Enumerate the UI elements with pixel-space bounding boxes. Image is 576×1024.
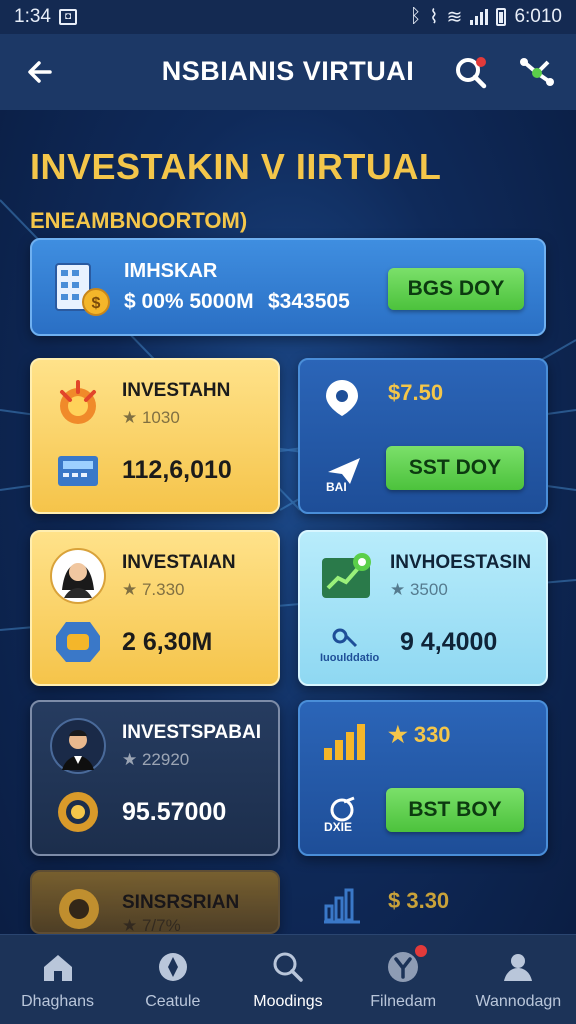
signal-icon <box>470 9 489 25</box>
status-bar: 1:34 ◘ ᛒ ⌇ ≋ 6:010 <box>0 0 576 34</box>
nav-label: Dhaghans <box>21 993 95 1010</box>
search-icon[interactable] <box>450 50 494 94</box>
investment-card[interactable]: $7.50 BAI SST DOY <box>298 358 548 514</box>
gear-coin-icon <box>58 792 98 832</box>
building-coin-icon: $ <box>55 263 110 316</box>
bottom-navigation: Dhaghans Ceatule Moodings Filnedam Wanno… <box>0 934 576 1024</box>
card-buy-button[interactable]: SST DOY <box>386 446 524 490</box>
card-label: BAI <box>326 480 347 494</box>
gift-icon <box>60 380 96 424</box>
user-icon <box>504 954 533 981</box>
wallet-icon <box>56 622 100 662</box>
vibrate-icon: ⌇ <box>429 6 439 28</box>
bar-chart-icon <box>324 888 360 924</box>
banner-price: $343505 <box>268 290 350 313</box>
card-rating: ★ 22920 <box>122 750 190 769</box>
wifi-icon: ≋ <box>446 6 463 28</box>
card-amount: 95.57000 <box>122 798 227 826</box>
nav-item-ceatule[interactable]: Ceatule <box>118 935 228 1024</box>
nav-label: Moodings <box>253 993 323 1010</box>
nav-item-wannodagn[interactable]: Wannodagn <box>463 935 573 1024</box>
link-icon <box>332 628 358 648</box>
investment-card[interactable]: ★ 330 DXIE BST BOY <box>298 700 548 856</box>
app-bar: NSBIANIS VIRTUAI <box>0 34 576 110</box>
card-rating: ★ 1030 <box>122 408 180 427</box>
chart-board-icon <box>322 553 371 598</box>
location-pin-icon <box>326 380 358 416</box>
investment-card[interactable]: INVESTSPABAI ★ 22920 95.57000 <box>30 700 280 856</box>
card-rating: ★ 7.330 <box>122 580 185 599</box>
nav-item-moodings[interactable]: Moodings <box>233 935 343 1024</box>
search-icon <box>273 952 303 982</box>
notification-badge <box>413 943 430 959</box>
notification-icon: ◘ <box>58 9 77 25</box>
nav-item-dhaghans[interactable]: Dhaghans <box>3 935 113 1024</box>
nav-label: Filnedam <box>370 993 437 1010</box>
card-buy-button[interactable]: BST BOY <box>386 788 524 832</box>
nav-label: Wannodagn <box>475 993 562 1010</box>
card-amount: 112,6,010 <box>122 456 232 484</box>
bar-chart-icon <box>324 724 365 760</box>
coin-icon <box>59 889 99 929</box>
card-rating: ★ 3500 <box>390 580 448 599</box>
status-clock: 6:010 <box>514 6 562 27</box>
investment-card[interactable]: SINSRSRIAN ★ 7/7% <box>30 870 280 935</box>
cash-register-icon <box>58 456 98 486</box>
home-icon <box>43 955 72 981</box>
card-name: INVESTAIAN <box>122 552 236 573</box>
card-price: $ 3.30 <box>388 888 450 913</box>
compass-icon <box>158 953 187 981</box>
nav-label: Ceatule <box>145 993 201 1010</box>
bluetooth-icon: ᛒ <box>409 6 422 27</box>
banner-value: $ 00% 5000M <box>124 290 254 313</box>
card-price: ★ 330 <box>388 722 451 747</box>
card-rating: ★ 7/7% <box>122 916 181 935</box>
section-subheading: ENEAMBNOORTOM) <box>30 208 248 233</box>
card-price: $7.50 <box>388 380 444 405</box>
avatar-man-icon <box>50 718 106 774</box>
svg-text:$: $ <box>92 295 101 312</box>
card-name: INVESTSPABAI <box>122 722 262 743</box>
featured-banner[interactable]: $ IMHSKAR $ 00% 5000M $343505 BGS DOY <box>30 238 546 336</box>
card-label: Iuoulddatio <box>320 652 380 664</box>
card-label: DXIE <box>324 820 353 834</box>
investment-card[interactable]: INVESTAIAN ★ 7.330 2 6,30M <box>30 530 280 686</box>
avatar-woman-icon <box>50 548 106 604</box>
status-time: 1:34 <box>14 6 51 27</box>
investment-card[interactable]: INVHOESTASIN ★ 3500 Iuoulddatio 9 4,4000 <box>298 530 548 686</box>
card-amount: 9 4,4000 <box>400 628 498 656</box>
card-amount: 2 6,30M <box>122 628 213 656</box>
banner-name: IMHSKAR <box>124 260 218 282</box>
banner-buy-button[interactable]: BGS DOY <box>388 268 524 310</box>
card-name: INVESTAHN <box>122 380 231 401</box>
nav-item-filnedam[interactable]: Filnedam <box>348 935 458 1024</box>
card-name: INVHOESTASIN <box>390 552 532 573</box>
investment-card[interactable]: INVESTAHN ★ 1030 112,6,010 <box>30 358 280 514</box>
battery-icon <box>496 8 507 26</box>
page-heading: INVESTAKIN V IIRTUAL <box>30 146 442 187</box>
card-name: SINSRSRIAN <box>122 892 240 913</box>
share-icon[interactable] <box>516 52 558 94</box>
